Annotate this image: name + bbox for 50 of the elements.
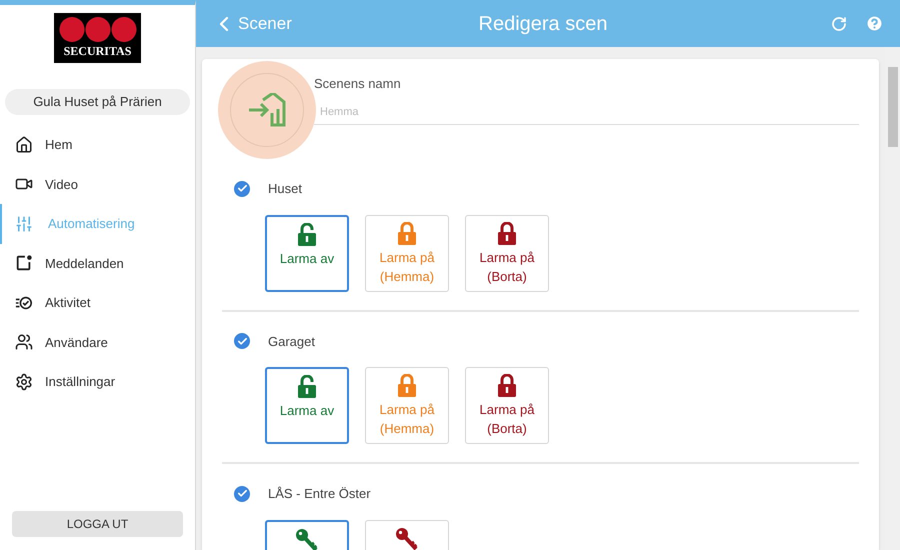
- logo-text: SECURITAS: [64, 43, 132, 59]
- mode-option[interactable]: Larma på (Borta): [465, 367, 549, 444]
- nav-label: Meddelanden: [45, 254, 124, 272]
- sliders-icon: [15, 214, 33, 233]
- enter-house-icon: [248, 93, 286, 127]
- nav-label: Aktivitet: [45, 294, 91, 312]
- option-label: Larma på (Borta): [478, 248, 536, 286]
- logout-button[interactable]: LOGGA UT: [12, 511, 183, 537]
- nav-item[interactable]: Meddelanden: [0, 244, 195, 283]
- option-label: Larma på (Hemma): [378, 248, 436, 286]
- nav-item[interactable]: Aktivitet: [0, 283, 195, 322]
- check-icon: [236, 183, 248, 194]
- nav-item[interactable]: Användare: [0, 322, 195, 362]
- nav-label: Hem: [45, 136, 72, 154]
- notification-icon: [15, 254, 33, 272]
- check-icon: [236, 488, 248, 500]
- padlock-icon: [397, 374, 417, 398]
- open-padlock-icon: [297, 375, 317, 399]
- option-label: Larma på (Hemma): [378, 401, 436, 438]
- users-icon: [15, 333, 33, 352]
- option-label: Larma av: [278, 402, 336, 420]
- group-name: LÅS - Entre Öster: [268, 485, 371, 503]
- padlock-icon: [497, 374, 517, 398]
- open-padlock-icon: [297, 222, 317, 246]
- padlock-icon: [397, 222, 417, 246]
- three-circles-icon: [58, 16, 136, 43]
- nav-label: Inställningar: [45, 373, 116, 391]
- mode-option[interactable]: Larma av: [265, 214, 349, 292]
- group-name: Huset: [268, 180, 302, 198]
- nav-label: Användare: [45, 334, 108, 352]
- option-label: Larma på (Borta): [478, 401, 536, 438]
- site-selector[interactable]: Gula Huset på Prärien: [5, 89, 190, 115]
- nav-item[interactable]: Inställningar: [0, 362, 195, 402]
- nav-item[interactable]: Hem: [0, 125, 195, 164]
- check-icon: [236, 336, 248, 347]
- nav-label: Video: [45, 176, 78, 194]
- mode-option[interactable]: Larma av: [265, 367, 349, 444]
- scene-name-label: Scenens namn: [314, 75, 402, 93]
- nav-item[interactable]: Video: [0, 164, 195, 204]
- settings-icon: [15, 372, 33, 391]
- home-icon: [15, 136, 33, 154]
- scene-name-field[interactable]: Hemma: [314, 104, 859, 125]
- nav-label: Automatisering: [48, 215, 135, 233]
- option-label: Larma av: [278, 250, 336, 268]
- page-title: Redigera scen: [478, 12, 608, 36]
- mode-option[interactable]: Larma på (Borta): [465, 214, 549, 292]
- padlock-icon: [497, 222, 517, 246]
- help-icon[interactable]: [865, 14, 884, 33]
- group-name: Garaget: [268, 332, 315, 351]
- refresh-icon[interactable]: [831, 16, 847, 32]
